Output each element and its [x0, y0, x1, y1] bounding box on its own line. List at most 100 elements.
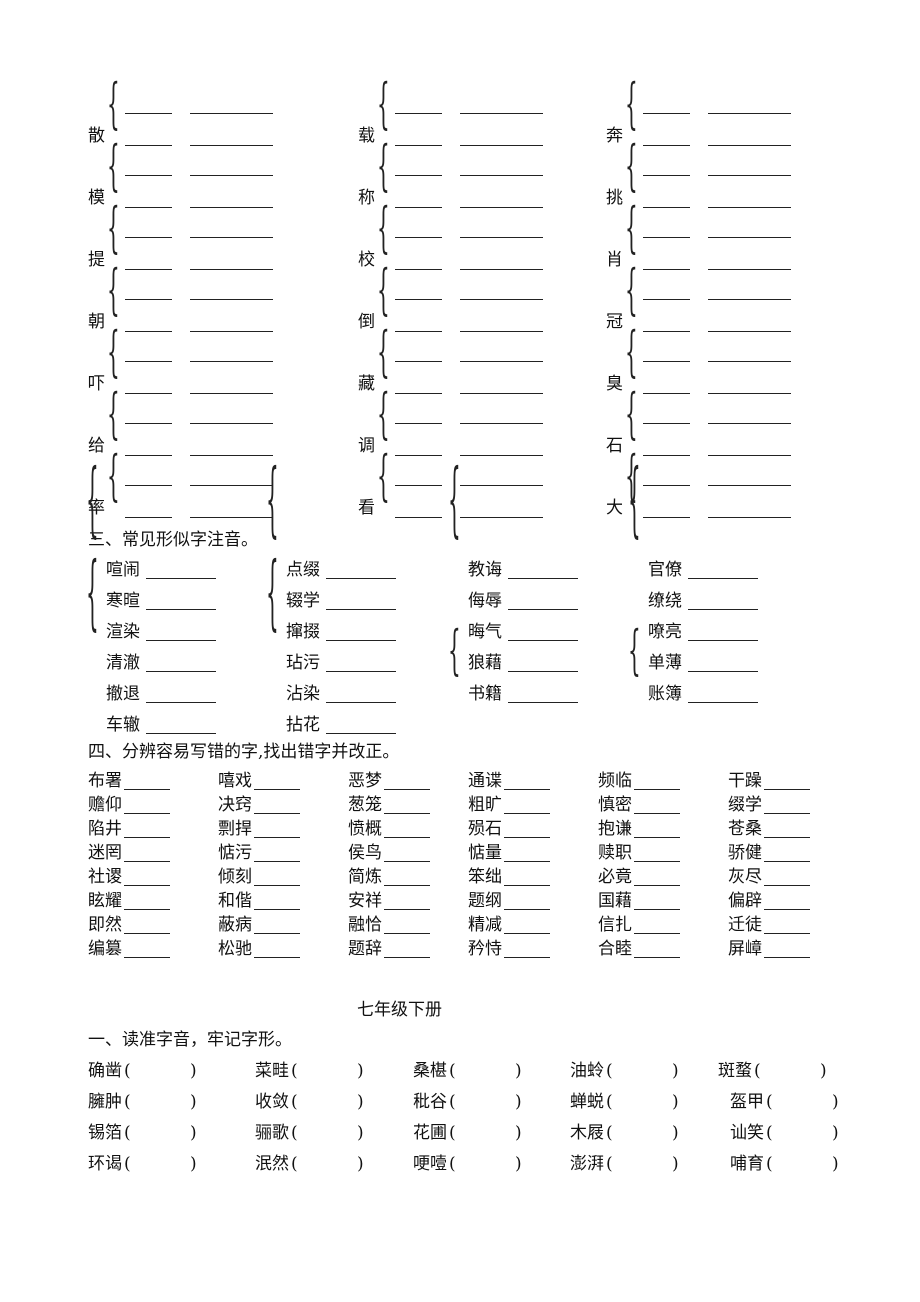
answer-blank[interactable] — [764, 837, 810, 838]
answer-blank[interactable] — [124, 885, 170, 886]
answer-blank[interactable] — [460, 517, 543, 518]
pinyin-blank[interactable] — [614, 1092, 670, 1112]
answer-blank[interactable] — [634, 957, 680, 958]
answer-blank[interactable] — [384, 813, 430, 814]
answer-blank[interactable] — [384, 957, 430, 958]
answer-blank[interactable] — [395, 517, 442, 518]
pinyin-blank[interactable] — [132, 1092, 188, 1112]
answer-blank[interactable] — [708, 145, 791, 146]
answer-blank[interactable] — [190, 361, 273, 362]
answer-blank[interactable] — [125, 237, 172, 238]
answer-blank[interactable] — [125, 455, 172, 456]
pinyin-blank[interactable] — [457, 1092, 513, 1112]
answer-blank[interactable] — [384, 789, 430, 790]
answer-blank[interactable] — [146, 640, 216, 641]
answer-blank[interactable] — [125, 517, 172, 518]
pinyin-blank[interactable] — [299, 1092, 355, 1112]
answer-blank[interactable] — [460, 207, 543, 208]
pinyin-blank[interactable] — [614, 1123, 670, 1143]
pinyin-blank[interactable] — [457, 1061, 513, 1081]
answer-blank[interactable] — [764, 957, 810, 958]
answer-blank[interactable] — [508, 640, 578, 641]
answer-blank[interactable] — [395, 485, 442, 486]
answer-blank[interactable] — [384, 861, 430, 862]
answer-blank[interactable] — [634, 813, 680, 814]
answer-blank[interactable] — [190, 145, 273, 146]
pinyin-blank[interactable] — [614, 1154, 670, 1174]
answer-blank[interactable] — [708, 269, 791, 270]
answer-blank[interactable] — [190, 175, 273, 176]
answer-blank[interactable] — [643, 485, 690, 486]
answer-blank[interactable] — [190, 237, 273, 238]
answer-blank[interactable] — [190, 269, 273, 270]
answer-blank[interactable] — [146, 671, 216, 672]
answer-blank[interactable] — [125, 485, 172, 486]
answer-blank[interactable] — [634, 885, 680, 886]
answer-blank[interactable] — [190, 331, 273, 332]
answer-blank[interactable] — [643, 175, 690, 176]
answer-blank[interactable] — [395, 455, 442, 456]
answer-blank[interactable] — [384, 933, 430, 934]
answer-blank[interactable] — [708, 175, 791, 176]
answer-blank[interactable] — [124, 861, 170, 862]
answer-blank[interactable] — [508, 578, 578, 579]
answer-blank[interactable] — [190, 517, 273, 518]
answer-blank[interactable] — [326, 609, 396, 610]
answer-blank[interactable] — [764, 885, 810, 886]
answer-blank[interactable] — [504, 789, 550, 790]
answer-blank[interactable] — [508, 702, 578, 703]
answer-blank[interactable] — [643, 113, 690, 114]
answer-blank[interactable] — [643, 517, 690, 518]
answer-blank[interactable] — [634, 933, 680, 934]
answer-blank[interactable] — [125, 113, 172, 114]
pinyin-blank[interactable] — [774, 1092, 830, 1112]
answer-blank[interactable] — [764, 789, 810, 790]
answer-blank[interactable] — [708, 423, 791, 424]
answer-blank[interactable] — [643, 331, 690, 332]
answer-blank[interactable] — [643, 145, 690, 146]
answer-blank[interactable] — [460, 423, 543, 424]
answer-blank[interactable] — [460, 175, 543, 176]
answer-blank[interactable] — [708, 393, 791, 394]
answer-blank[interactable] — [688, 609, 758, 610]
pinyin-blank[interactable] — [774, 1123, 830, 1143]
answer-blank[interactable] — [708, 361, 791, 362]
answer-blank[interactable] — [460, 113, 543, 114]
answer-blank[interactable] — [460, 269, 543, 270]
answer-blank[interactable] — [395, 237, 442, 238]
answer-blank[interactable] — [254, 861, 300, 862]
answer-blank[interactable] — [504, 813, 550, 814]
answer-blank[interactable] — [634, 861, 680, 862]
answer-blank[interactable] — [460, 361, 543, 362]
answer-blank[interactable] — [254, 885, 300, 886]
pinyin-blank[interactable] — [774, 1154, 830, 1174]
answer-blank[interactable] — [643, 455, 690, 456]
answer-blank[interactable] — [190, 113, 273, 114]
pinyin-blank[interactable] — [299, 1061, 355, 1081]
answer-blank[interactable] — [254, 933, 300, 934]
answer-blank[interactable] — [125, 145, 172, 146]
answer-blank[interactable] — [124, 933, 170, 934]
answer-blank[interactable] — [125, 423, 172, 424]
answer-blank[interactable] — [634, 837, 680, 838]
answer-blank[interactable] — [395, 331, 442, 332]
answer-blank[interactable] — [643, 269, 690, 270]
answer-blank[interactable] — [764, 909, 810, 910]
answer-blank[interactable] — [460, 393, 543, 394]
answer-blank[interactable] — [125, 361, 172, 362]
answer-blank[interactable] — [395, 269, 442, 270]
pinyin-blank[interactable] — [457, 1154, 513, 1174]
answer-blank[interactable] — [460, 485, 543, 486]
answer-blank[interactable] — [395, 175, 442, 176]
answer-blank[interactable] — [708, 237, 791, 238]
answer-blank[interactable] — [643, 299, 690, 300]
answer-blank[interactable] — [395, 423, 442, 424]
answer-blank[interactable] — [125, 269, 172, 270]
answer-blank[interactable] — [708, 331, 791, 332]
answer-blank[interactable] — [254, 957, 300, 958]
answer-blank[interactable] — [124, 837, 170, 838]
answer-blank[interactable] — [504, 837, 550, 838]
answer-blank[interactable] — [634, 909, 680, 910]
answer-blank[interactable] — [125, 393, 172, 394]
answer-blank[interactable] — [124, 909, 170, 910]
